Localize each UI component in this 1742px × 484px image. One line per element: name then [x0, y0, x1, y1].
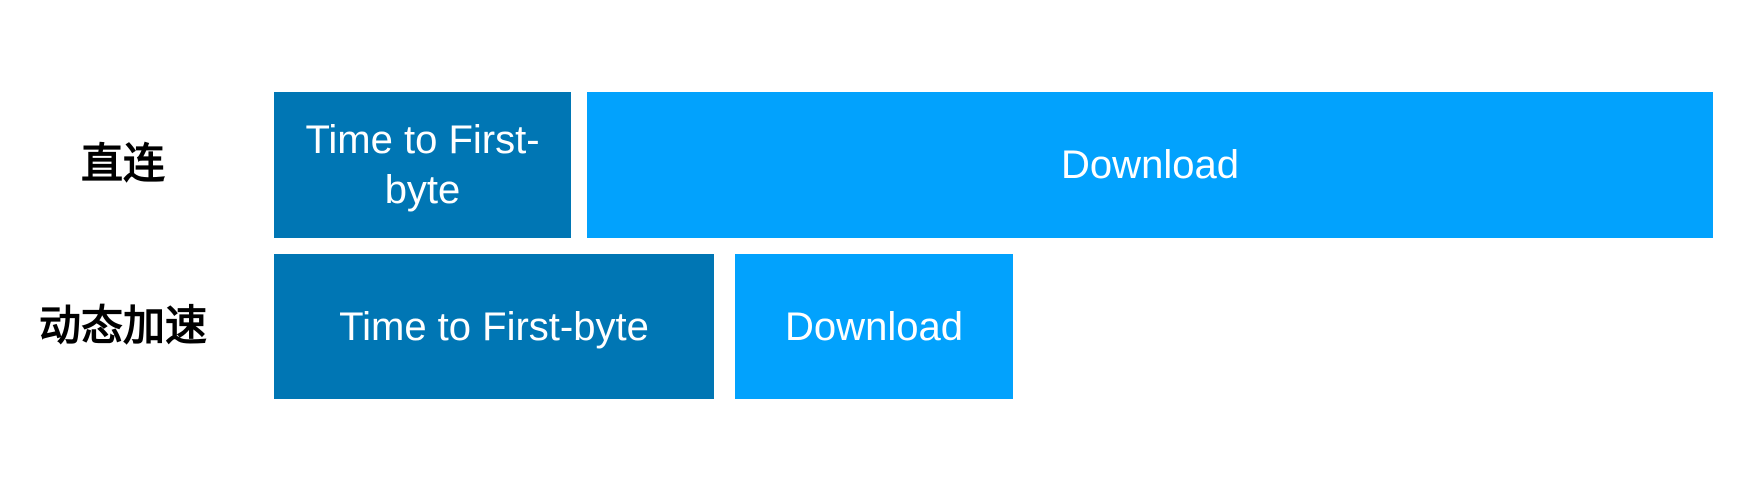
direct-time-to-first-byte-block: Time to First-byte — [274, 92, 571, 238]
row-label-dynamic-acceleration: 动态加速 — [38, 301, 207, 350]
dynamic-download-block: Download — [735, 254, 1013, 399]
direct-download-block: Download — [587, 92, 1713, 238]
dynamic-time-to-first-byte-block: Time to First-byte — [274, 254, 714, 399]
row-label-direct: 直连 — [80, 139, 165, 188]
